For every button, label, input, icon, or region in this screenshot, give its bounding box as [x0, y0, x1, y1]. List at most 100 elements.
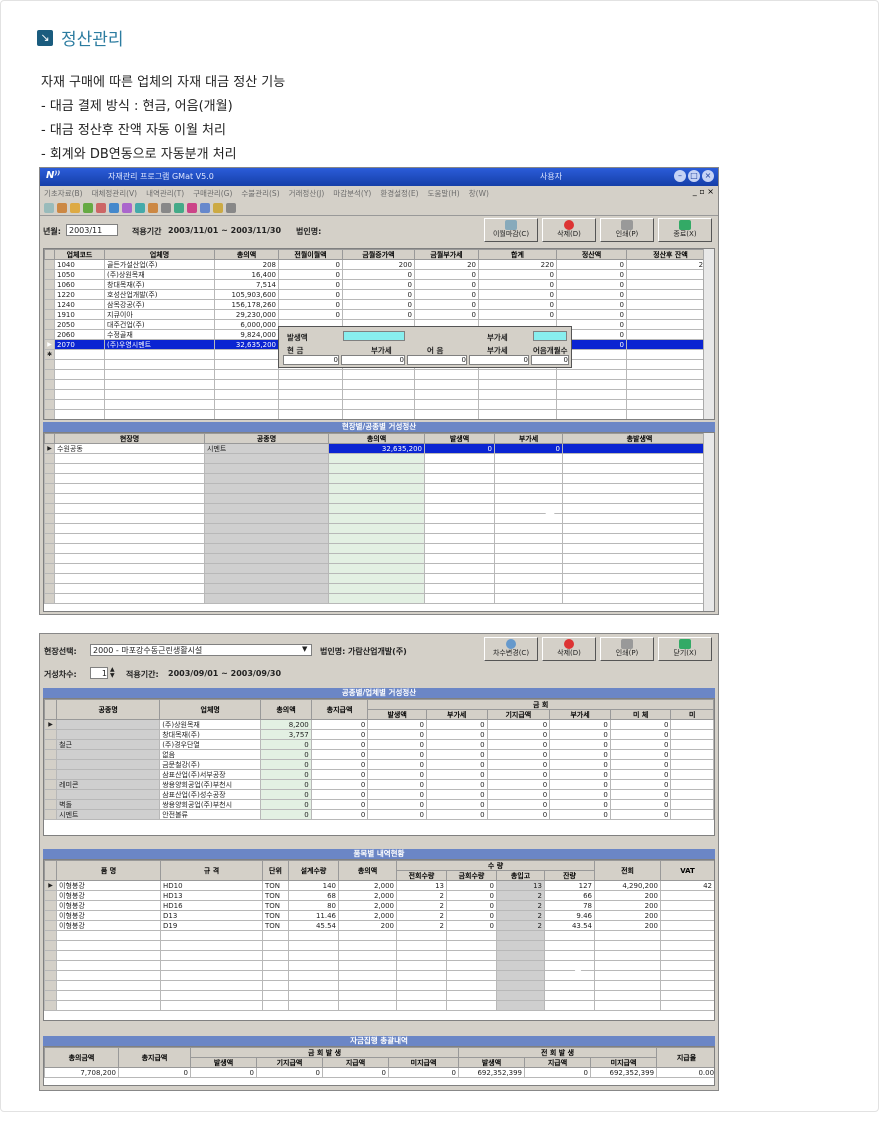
exit-button[interactable]: 종료(X)	[658, 218, 712, 242]
col-header[interactable]: VAT	[660, 860, 714, 881]
table-row[interactable]	[44, 523, 714, 534]
carryover-close-button[interactable]: 이월마감(C)	[484, 218, 538, 242]
toolbar-icon[interactable]	[187, 202, 197, 213]
table-row[interactable]: 1040골든가설산업(주)2080200202200220	[44, 259, 714, 270]
col-header[interactable]: 규 격	[160, 860, 263, 881]
minimize-icon[interactable]: –	[674, 170, 686, 182]
site-select[interactable]: 2000 - 마포강수동근린생활시설	[90, 644, 312, 656]
table-row[interactable]: 1220호성산업개발(주)105,903,600000000	[44, 289, 714, 300]
table-row[interactable]: ▶ 수원공동 시멘트 32,635,200 0 0 0	[44, 443, 714, 454]
col-header[interactable]: 총입고	[496, 870, 545, 881]
table-row[interactable]: 없음 0 0 0 0 0 0 0	[44, 749, 714, 760]
col-header[interactable]: 총의금액	[44, 1047, 119, 1068]
table-row[interactable]	[44, 409, 714, 419]
toolbar-icon[interactable]	[200, 202, 210, 213]
table-row[interactable]	[44, 573, 714, 584]
col-header[interactable]: 금월증가액	[342, 249, 415, 260]
table-row[interactable]	[44, 453, 714, 464]
months-input[interactable]: 0	[531, 355, 569, 365]
toolbar-icon[interactable]	[148, 202, 158, 213]
col-header[interactable]: 지급액	[524, 1057, 592, 1068]
col-header[interactable]: 총의액	[338, 860, 397, 881]
table-row[interactable]	[44, 970, 714, 981]
menu-item[interactable]: 수불관리(S)	[241, 188, 279, 199]
table-row[interactable]	[44, 379, 714, 390]
col-header[interactable]: 전월이월액	[278, 249, 343, 260]
toolbar-icon[interactable]	[44, 202, 54, 213]
delete-button[interactable]: 삭제(D)	[542, 637, 596, 661]
col-header[interactable]: 미지급액	[590, 1057, 658, 1068]
mdi-controls-icon[interactable]: _ ▫ ×	[693, 187, 714, 196]
table-row[interactable]	[44, 503, 714, 514]
table-row[interactable]: ▶ (주)상원목재 8,200 0 0 0 0 0 0	[44, 719, 714, 730]
col-header[interactable]: 총의액	[260, 699, 312, 720]
print-button[interactable]: 인쇄(P)	[600, 637, 654, 661]
col-header[interactable]: 현장명	[54, 433, 205, 444]
table-row[interactable]: 레미콘 쌍용양회공업(주)부천시 0 0 0 0 0 0 0	[44, 779, 714, 790]
table-row[interactable]	[44, 463, 714, 474]
chevron-down-icon[interactable]: ▼	[302, 645, 307, 653]
menu-item[interactable]: 창(W)	[469, 188, 489, 199]
table-row[interactable]	[44, 513, 714, 524]
toolbar-icon[interactable]	[122, 202, 132, 213]
toolbar-icon[interactable]	[213, 202, 223, 213]
bill-vat-input[interactable]: 0	[469, 355, 529, 365]
col-header[interactable]: 공종명	[204, 433, 329, 444]
col-header[interactable]: 부가세	[549, 709, 611, 720]
col-header[interactable]: 총의액	[328, 433, 425, 444]
table-row[interactable]	[44, 389, 714, 400]
col-header[interactable]: 부가세	[425, 709, 488, 720]
table-row[interactable]	[44, 990, 714, 1001]
col-header[interactable]: 발생액	[458, 1057, 526, 1068]
col-header[interactable]: 금월부가세	[414, 249, 479, 260]
col-header[interactable]: 품 명	[56, 860, 161, 881]
table-row[interactable]	[44, 940, 714, 951]
menu-item[interactable]: 거래정산(J)	[289, 188, 325, 199]
col-header[interactable]: 기지급액	[256, 1057, 323, 1068]
menu-item[interactable]: 도움말(H)	[428, 188, 460, 199]
table-row[interactable]	[44, 399, 714, 410]
table-row[interactable]	[44, 950, 714, 961]
table-row[interactable]: 이형봉강 HD16 TON 80 2,000 2 0 2 78 200	[44, 900, 714, 911]
col-header[interactable]: 발생액	[424, 433, 495, 444]
col-header[interactable]: 업체명	[104, 249, 215, 260]
menu-item[interactable]: 구매관리(G)	[193, 188, 232, 199]
cash-input[interactable]: 0	[283, 355, 339, 365]
table-row[interactable]	[44, 1000, 714, 1011]
table-row[interactable]	[44, 563, 714, 574]
toolbar-icon[interactable]	[57, 202, 67, 213]
vat-input[interactable]	[533, 331, 567, 341]
table-row[interactable]	[44, 369, 714, 380]
menu-item[interactable]: 마감분석(Y)	[333, 188, 371, 199]
col-header[interactable]: 기지급액	[486, 709, 551, 720]
col-header[interactable]: 부가세	[494, 433, 563, 444]
table-row[interactable]: 창대목재(주) 3,757 0 0 0 0 0 0	[44, 729, 714, 740]
toolbar-icon[interactable]	[96, 202, 106, 213]
toolbar-icon[interactable]	[135, 202, 145, 213]
col-header[interactable]: 지급액	[322, 1057, 389, 1068]
vertical-scrollbar[interactable]	[703, 249, 714, 419]
col-header[interactable]: 잔량	[543, 870, 596, 881]
col-header[interactable]: 총지급액	[310, 699, 369, 720]
col-header[interactable]: 업체명	[159, 699, 262, 720]
col-header[interactable]: 전회	[594, 860, 662, 881]
vertical-scrollbar[interactable]	[703, 433, 714, 611]
stepper-icon[interactable]: ▲ ▼	[110, 667, 115, 679]
table-row[interactable]	[44, 593, 714, 604]
delete-button[interactable]: 삭제(D)	[542, 218, 596, 242]
close-icon[interactable]: ×	[702, 170, 714, 182]
table-row[interactable]: 1240삼목강공(주)156,178,260000000	[44, 299, 714, 310]
col-header[interactable]: 미	[670, 709, 714, 720]
col-header[interactable]: 발생액	[367, 709, 427, 720]
col-header[interactable]: 총발생액	[562, 433, 714, 444]
toolbar-icon[interactable]	[83, 202, 93, 213]
col-header[interactable]: 발생액	[190, 1057, 257, 1068]
table-row[interactable]: ▶ 이형봉강 HD10 TON 140 2,000 13 0 13 127 4,290,200 42	[44, 880, 714, 891]
table-row[interactable]: 금문철강(주) 0 0 0 0 0 0 0	[44, 759, 714, 770]
table-row[interactable]	[44, 930, 714, 941]
toolbar-icon[interactable]	[70, 202, 80, 213]
toolbar-icon[interactable]	[174, 202, 184, 213]
table-row[interactable]	[44, 960, 714, 971]
table-row[interactable]: 1910지큐이아29,230,000000000	[44, 309, 714, 320]
maximize-icon[interactable]: □	[688, 170, 700, 182]
